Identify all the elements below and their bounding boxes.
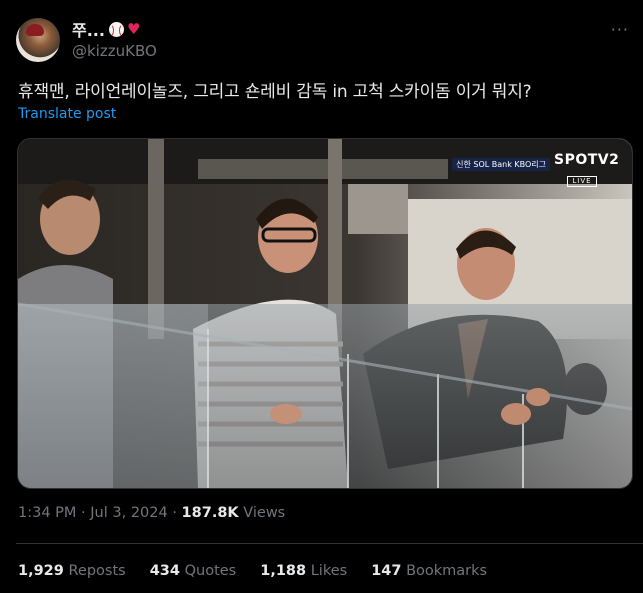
bookmarks-stat[interactable]: 147 Bookmarks (371, 563, 487, 579)
reposts-count: 1,929 (18, 563, 64, 579)
red-heart-icon: ♥ (126, 19, 141, 38)
divider (16, 543, 643, 544)
likes-count: 1,188 (260, 563, 307, 579)
quotes-stat[interactable]: 434 Quotes (150, 563, 237, 579)
tweet-header: 쭈... ♥ @kizzuKBO (16, 18, 157, 62)
translate-post-link[interactable]: Translate post (18, 106, 116, 122)
post-time[interactable]: 1:34 PM (18, 505, 76, 521)
engagement-stats: 1,929 Reposts 434 Quotes 1,188 Likes 147… (18, 563, 511, 579)
broadcast-sponsor-banner: 신한 SOL Bank KBO리그 (452, 158, 550, 171)
baseball-icon (108, 21, 124, 37)
quotes-count: 434 (149, 563, 180, 579)
broadcast-channel-logo: SPOTV2 LIVE (554, 152, 620, 187)
broadcast-photo (18, 139, 632, 488)
live-badge: LIVE (567, 176, 597, 187)
display-name[interactable]: 쭈... ♥ (72, 19, 157, 40)
more-horizontal-icon[interactable]: ··· (611, 20, 629, 39)
bookmarks-count: 147 (371, 563, 402, 579)
likes-stat[interactable]: 1,188 Likes (260, 563, 347, 579)
tweet-text: 휴잭맨, 라이언레이놀즈, 그리고 숀레비 감독 in 고척 스카이돔 이거 뭐… (18, 82, 532, 102)
tweet-card: 쭈... ♥ @kizzuKBO ··· 휴잭맨, 라이언레이놀즈, 그리고 숀… (0, 0, 643, 593)
author-names: 쭈... ♥ @kizzuKBO (72, 19, 157, 60)
tweet-metadata: 1:34 PM · Jul 3, 2024 · 187.8K Views (18, 505, 285, 521)
quotes-label: Quotes (184, 563, 237, 579)
avatar[interactable] (16, 18, 60, 62)
reposts-label: Reposts (68, 563, 126, 579)
meta-separator: · (172, 505, 177, 521)
post-date[interactable]: Jul 3, 2024 (90, 505, 167, 521)
views-count: 187.8K (181, 505, 239, 521)
user-handle[interactable]: @kizzuKBO (72, 42, 157, 60)
tweet-media-image[interactable]: 신한 SOL Bank KBO리그 SPOTV2 LIVE (17, 138, 633, 489)
likes-label: Likes (310, 563, 348, 579)
display-name-text: 쭈... (72, 21, 105, 40)
reposts-stat[interactable]: 1,929 Reposts (18, 563, 126, 579)
meta-separator: · (81, 505, 86, 521)
bookmarks-label: Bookmarks (406, 563, 488, 579)
views-label: Views (243, 505, 286, 521)
channel-logo-text: SPOTV2 (554, 152, 620, 168)
